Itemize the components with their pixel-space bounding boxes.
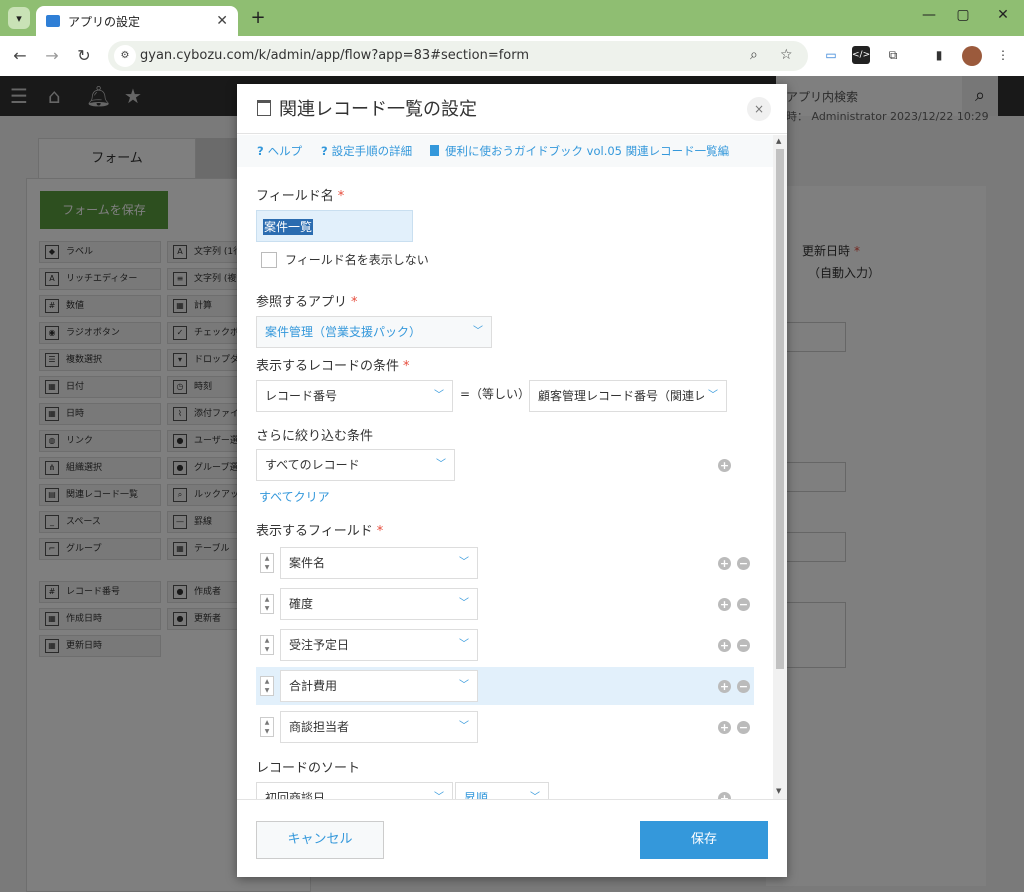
reorder-handle[interactable]: ▲ ▼ (260, 594, 274, 614)
dialog-title: 関連レコード一覧の設定 (279, 99, 477, 120)
display-field-select[interactable]: 案件名 ﹀ (280, 547, 478, 579)
cancel-button[interactable]: キャンセル (256, 821, 384, 859)
help-link[interactable]: ? ヘルプ (257, 143, 302, 159)
chevron-down-icon: ﹀ (459, 680, 469, 691)
chevron-down-icon: ﹀ (704, 381, 718, 411)
address-bar[interactable]: ⚙ gyan.cybozu.com/k/admin/app/flow?app=8… (108, 41, 808, 71)
steps-link[interactable]: ? 設定手順の詳細 (321, 143, 412, 159)
condition-right-select[interactable]: 顧客管理レコード番号（関連レコ ﹀ (529, 380, 727, 412)
chevron-down-icon: ﹀ (459, 721, 469, 732)
tab-title: アプリの設定 (68, 14, 141, 29)
dialog-body: フィールド名 * 案件一覧 フィールド名を表示しない 参照するアプリ * 案件管理（… (237, 167, 773, 799)
condition-label: 表示するレコードの条件 * (256, 359, 410, 374)
filter-select[interactable]: すべてのレコード ﹀ (256, 449, 455, 481)
add-sort-icon[interactable]: + (718, 792, 731, 799)
remove-row-icon[interactable]: − (737, 639, 750, 652)
browser-tab[interactable]: アプリの設定 ✕ (36, 6, 238, 36)
add-row-icon[interactable]: + (718, 721, 731, 734)
side-panel-icon[interactable]: ▮ (930, 46, 948, 64)
sort-label: レコードのソート (256, 761, 361, 776)
browser-tab-bar: ▾ アプリの設定 ✕ + — ▢ ✕ (0, 0, 1024, 36)
condition-left-select[interactable]: レコード番号 ﹀ (256, 380, 453, 412)
ref-app-label: 参照するアプリ * (256, 295, 358, 310)
zoom-icon[interactable]: ⌕ (750, 47, 758, 63)
add-row-icon[interactable]: + (718, 639, 731, 652)
browser-toolbar: ← → ↻ ⚙ gyan.cybozu.com/k/admin/app/flow… (0, 36, 1024, 76)
bookmark-star-icon[interactable]: ☆ (780, 47, 793, 63)
scroll-down-icon[interactable]: ▼ (776, 787, 781, 795)
chevron-down-icon: ﹀ (473, 326, 483, 337)
more-menu-icon[interactable]: ⋮ (994, 46, 1012, 64)
chevron-down-icon: ﹀ (459, 557, 469, 568)
extension-icon[interactable]: ▭ (822, 46, 840, 64)
related-records-settings-dialog: 関連レコード一覧の設定 × ? ヘルプ ? 設定手順の詳細 便利に使おうガイドブック… (237, 84, 787, 877)
remove-row-icon[interactable]: − (737, 680, 750, 693)
reorder-handle[interactable]: ▲ ▼ (260, 635, 274, 655)
display-fields-label: 表示するフィールド * (256, 524, 384, 539)
filter-label: さらに絞り込む条件 (256, 429, 374, 444)
reorder-handle[interactable]: ▲ ▼ (260, 553, 274, 573)
ref-app-select[interactable]: 案件管理（営業支援パック） ﹀ (256, 316, 492, 348)
chevron-down-icon: ﹀ (530, 792, 540, 799)
document-icon (430, 145, 439, 156)
guide-link[interactable]: 便利に使おうガイドブック vol.05 関連レコード一覧編 (430, 143, 729, 159)
hide-field-name-label: フィールド名を表示しない (285, 253, 429, 267)
field-name-label: フィールド名 * (256, 189, 345, 204)
question-icon: ? (321, 144, 328, 158)
reload-icon[interactable]: ↻ (72, 44, 96, 68)
hide-field-name-checkbox[interactable] (261, 252, 277, 268)
display-field-select[interactable]: 確度 ﹀ (280, 588, 478, 620)
dialog-footer: キャンセル 保存 (237, 799, 787, 877)
chevron-down-icon: ﹀ (436, 459, 446, 470)
remove-row-icon[interactable]: − (737, 598, 750, 611)
condition-operator: =（等しい） (460, 387, 531, 401)
puzzle-icon[interactable]: ⧉ (884, 46, 902, 64)
field-name-input[interactable]: 案件一覧 (256, 210, 413, 242)
profile-avatar[interactable] (962, 46, 982, 66)
chevron-down-icon: ﹀ (459, 639, 469, 650)
remove-row-icon[interactable]: − (737, 721, 750, 734)
chevron-down-icon: ﹀ (434, 390, 444, 401)
add-row-icon[interactable]: + (718, 598, 731, 611)
chevron-down-icon: ﹀ (459, 598, 469, 609)
forward-arrow-icon[interactable]: → (40, 44, 64, 68)
question-icon: ? (257, 144, 264, 158)
display-field-select[interactable]: 合計費用 ﹀ (280, 670, 478, 702)
sort-field-select[interactable]: 初回商談日 ﹀ (256, 782, 453, 799)
tab-search-button[interactable]: ▾ (8, 7, 30, 29)
scroll-up-icon[interactable]: ▲ (776, 137, 781, 145)
minimize-button[interactable]: — (914, 7, 944, 23)
clear-all-link[interactable]: すべてクリア (259, 488, 330, 505)
reorder-handle[interactable]: ▲ ▼ (260, 717, 274, 737)
reorder-handle[interactable]: ▲ ▼ (260, 676, 274, 696)
kintone-favicon-icon (46, 15, 60, 27)
dialog-scrollbar[interactable]: ▲ ▼ (773, 135, 787, 799)
url-text: gyan.cybozu.com/k/admin/app/flow?app=83#… (140, 48, 530, 63)
maximize-button[interactable]: ▢ (948, 7, 978, 23)
chevron-down-icon: ﹀ (434, 792, 444, 799)
dialog-close-button[interactable]: × (747, 97, 771, 121)
related-records-icon (257, 100, 271, 116)
add-row-icon[interactable]: + (718, 557, 731, 570)
chevron-down-icon: ▾ (16, 11, 22, 25)
tab-close-icon[interactable]: ✕ (216, 13, 228, 29)
new-tab-button[interactable]: + (248, 7, 268, 29)
back-arrow-icon[interactable]: ← (8, 44, 32, 68)
sort-order-select[interactable]: 昇順 ﹀ (455, 782, 549, 799)
help-bar: ? ヘルプ ? 設定手順の詳細 便利に使おうガイドブック vol.05 関連レコード… (237, 135, 773, 167)
scrollbar-thumb[interactable] (776, 149, 784, 669)
add-row-icon[interactable]: + (718, 680, 731, 693)
dialog-header: 関連レコード一覧の設定 × (237, 84, 787, 134)
devtools-extension-icon[interactable]: </> (852, 46, 870, 64)
display-field-select[interactable]: 商談担当者 ﹀ (280, 711, 478, 743)
display-field-select[interactable]: 受注予定日 ﹀ (280, 629, 478, 661)
field-name-value: 案件一覧 (263, 219, 314, 235)
close-window-button[interactable]: ✕ (988, 7, 1018, 23)
add-condition-icon[interactable]: + (718, 459, 731, 472)
site-info-icon[interactable]: ⚙ (114, 45, 136, 67)
save-button[interactable]: 保存 (640, 821, 768, 859)
remove-row-icon[interactable]: − (737, 557, 750, 570)
